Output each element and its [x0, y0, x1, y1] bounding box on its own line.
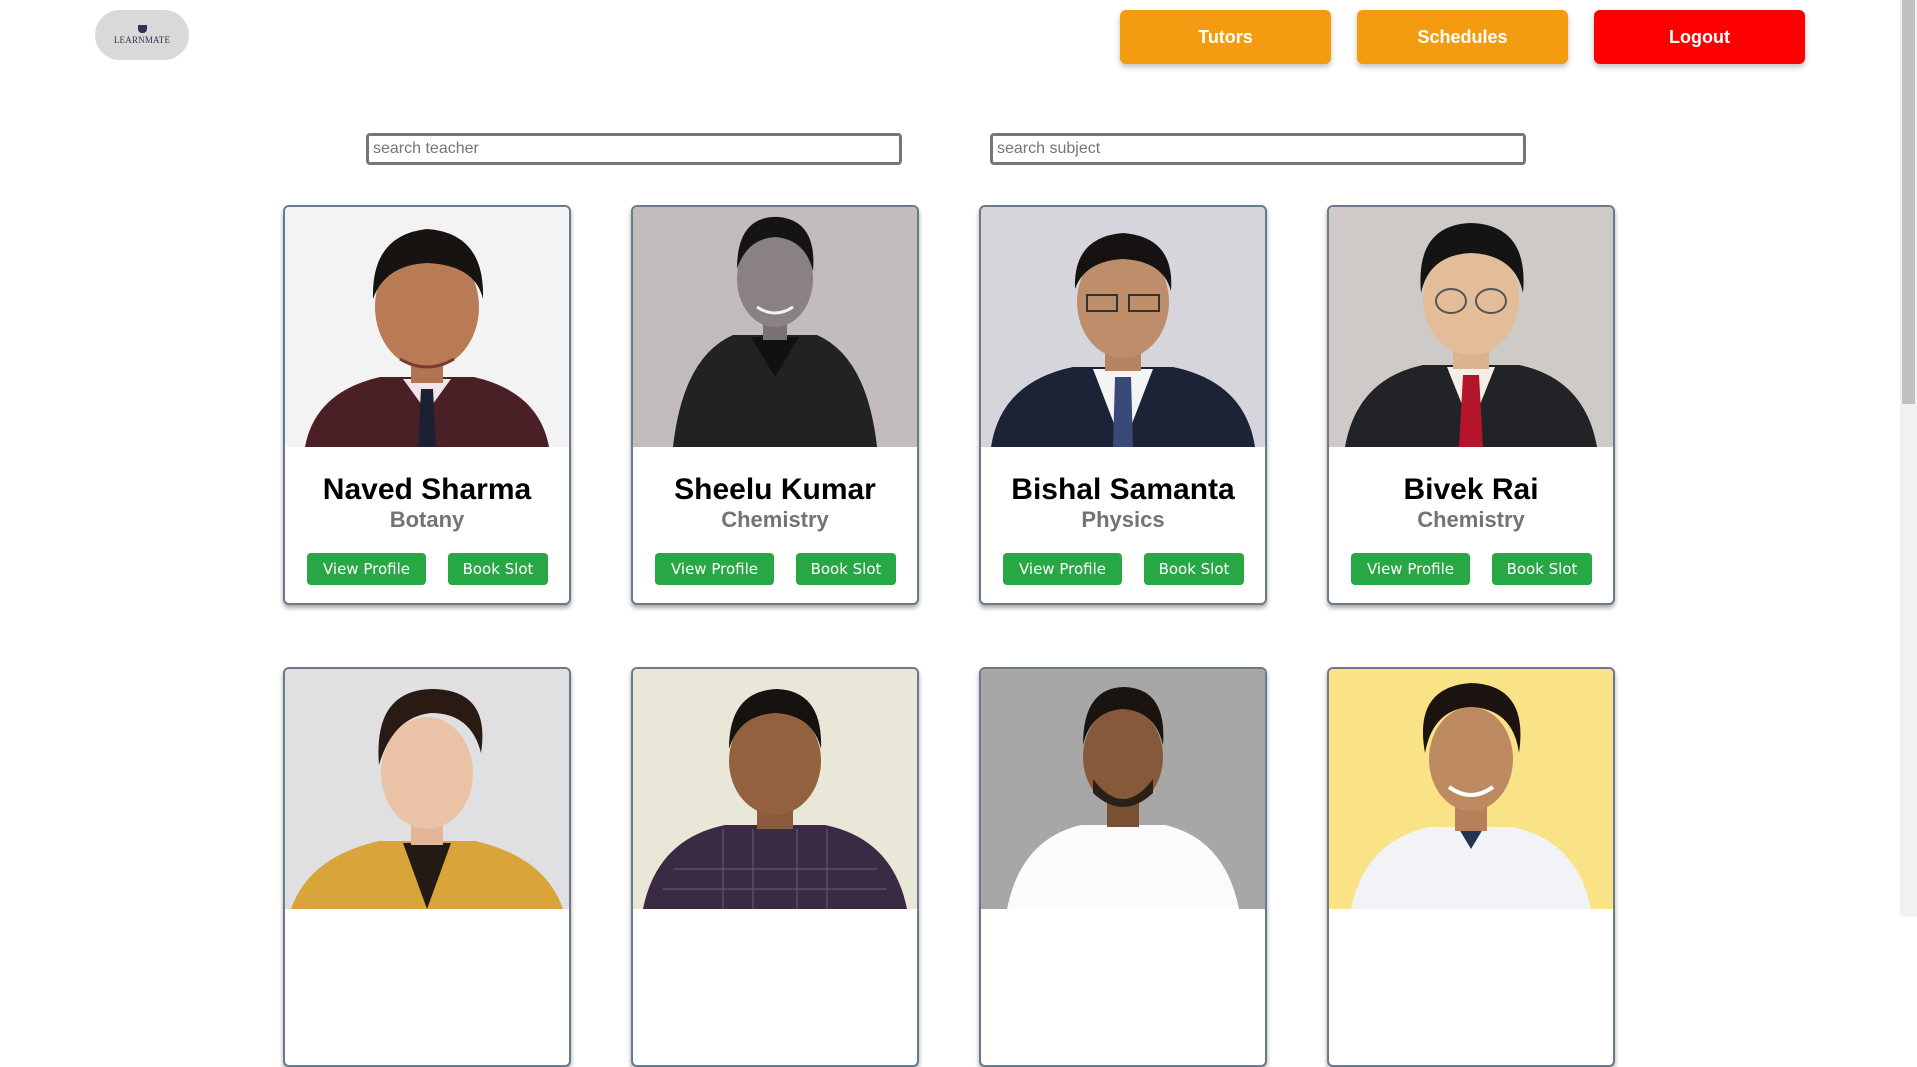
- tutor-card: [979, 667, 1267, 1067]
- tutor-photo: [981, 669, 1265, 909]
- search-subject-input[interactable]: [990, 133, 1526, 165]
- tutor-card: Naved Sharma Botany View Profile Book Sl…: [283, 205, 571, 605]
- tutor-photo: [285, 207, 569, 447]
- tutor-photo: [633, 207, 917, 447]
- book-slot-button[interactable]: Book Slot: [1492, 553, 1592, 585]
- tutor-subject: Botany: [389, 507, 465, 532]
- book-slot-button[interactable]: Book Slot: [796, 553, 896, 585]
- view-profile-button[interactable]: View Profile: [1003, 553, 1122, 585]
- tutor-photo: [633, 669, 917, 909]
- tutor-photo: [1329, 207, 1613, 447]
- tutor-subject: Physics: [1081, 507, 1165, 532]
- book-slot-button[interactable]: Book Slot: [1144, 553, 1244, 585]
- tutor-name: Sheelu Kumar: [674, 473, 876, 506]
- logo[interactable]: LEARNMATE: [95, 10, 189, 60]
- tutor-photo: [981, 207, 1265, 447]
- tutor-name: Bishal Samanta: [1011, 473, 1235, 506]
- crest-icon: [137, 25, 147, 33]
- tutor-subject: Chemistry: [1417, 507, 1525, 532]
- tutors-button[interactable]: Tutors: [1120, 10, 1331, 64]
- tutor-name: Naved Sharma: [322, 473, 532, 506]
- search-teacher-input[interactable]: [366, 133, 902, 165]
- scrollbar-thumb[interactable]: [1902, 0, 1915, 404]
- view-profile-button[interactable]: View Profile: [1351, 553, 1470, 585]
- logout-button[interactable]: Logout: [1594, 10, 1805, 64]
- view-profile-button[interactable]: View Profile: [655, 553, 774, 585]
- view-profile-button[interactable]: View Profile: [307, 553, 426, 585]
- schedules-button[interactable]: Schedules: [1357, 10, 1568, 64]
- tutor-photo: [285, 669, 569, 909]
- tutor-card: [631, 667, 919, 1067]
- tutor-card: [283, 667, 571, 1067]
- book-slot-button[interactable]: Book Slot: [448, 553, 548, 585]
- tutor-subject: Chemistry: [721, 507, 829, 532]
- tutor-card: Bivek Rai Chemistry View Profile Book Sl…: [1327, 205, 1615, 605]
- tutor-card: Bishal Samanta Physics View Profile Book…: [979, 205, 1267, 605]
- tutor-card: Sheelu Kumar Chemistry View Profile Book…: [631, 205, 919, 605]
- tutor-name: Bivek Rai: [1403, 473, 1539, 506]
- tutor-photo: [1329, 669, 1613, 909]
- logo-text: LEARNMATE: [113, 35, 171, 45]
- tutor-card: [1327, 667, 1615, 1067]
